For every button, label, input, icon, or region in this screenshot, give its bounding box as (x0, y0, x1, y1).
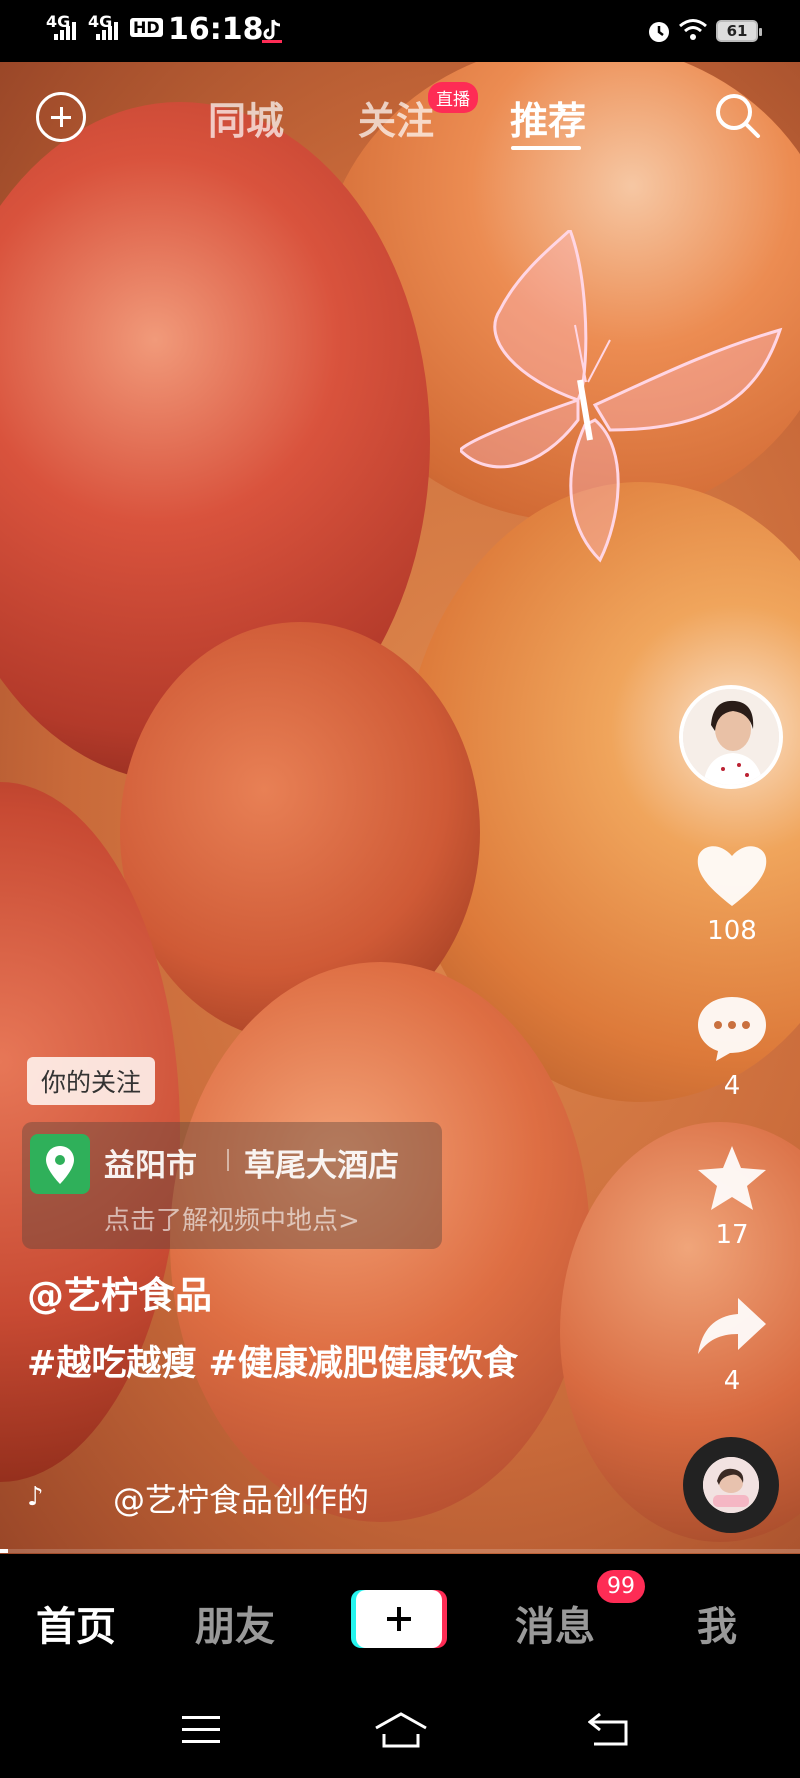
progress-fill (0, 1549, 8, 1553)
nav-home[interactable]: 首页 (36, 1594, 116, 1652)
follow-tag: 你的关注 (27, 1057, 156, 1105)
clock: 16:18 (168, 12, 264, 47)
active-tab-indicator (511, 146, 581, 150)
favorite-button[interactable]: 17 (690, 1144, 774, 1250)
music-note-icon: ♪ (27, 1482, 44, 1512)
nav-friends[interactable]: 朋友 (195, 1594, 275, 1652)
location-separator (227, 1149, 229, 1171)
music-disc[interactable] (683, 1437, 779, 1533)
tab-nearby[interactable]: 同城 (208, 90, 284, 145)
location-city: 益阳市 (104, 1148, 197, 1184)
video-progress-bar[interactable] (0, 1549, 800, 1553)
add-icon[interactable] (36, 92, 86, 142)
tab-following[interactable]: 关注 (358, 90, 434, 145)
hd-icon: HD (130, 18, 163, 37)
video-description[interactable]: #越吃越瘦 #健康减肥健康饮食 (27, 1336, 567, 1392)
share-button[interactable]: 4 (690, 1296, 774, 1396)
status-bar: 4G 4G HD 16:18 61 (0, 0, 800, 62)
top-nav: 同城 关注 直播 推荐 (0, 62, 800, 162)
location-name: 草尾大酒店 (244, 1148, 399, 1184)
music-row[interactable]: ♪ @艺柠食品创作的 (27, 1475, 369, 1519)
author-name[interactable]: @艺柠食品 (27, 1265, 212, 1319)
location-card[interactable]: 益阳市 草尾大酒店 点击了解视频中地点> (22, 1122, 442, 1249)
comment-count: 4 (723, 1071, 741, 1101)
signal-icon-1 (50, 20, 78, 40)
tiktok-notification-icon (262, 19, 282, 43)
location-pin-icon (30, 1134, 90, 1194)
system-nav-bar (0, 1690, 800, 1778)
favorite-count: 17 (715, 1220, 749, 1250)
star-icon (698, 1146, 766, 1210)
wifi-icon (679, 19, 707, 40)
music-cover-icon (703, 1457, 759, 1513)
like-button[interactable]: 108 (690, 842, 774, 946)
comment-icon (698, 997, 766, 1061)
battery-icon: 61 (716, 20, 762, 42)
messages-badge: 99 (597, 1570, 645, 1603)
video-player[interactable] (0, 62, 800, 1554)
search-icon[interactable] (712, 90, 764, 142)
comment-button[interactable]: 4 (690, 995, 774, 1101)
heart-icon (697, 846, 767, 906)
music-title: @艺柠食品创作的 (113, 1481, 370, 1519)
creator-avatar[interactable] (679, 685, 783, 789)
menu-icon[interactable] (182, 1714, 220, 1746)
share-icon (698, 1298, 766, 1354)
like-count: 108 (707, 916, 757, 946)
nav-messages[interactable]: 消息 (515, 1594, 595, 1652)
live-badge: 直播 (428, 82, 478, 113)
person-avatar-icon (683, 689, 779, 785)
nav-me[interactable]: 我 (697, 1594, 737, 1652)
butterfly-sticker (460, 230, 783, 563)
home-icon[interactable] (374, 1712, 428, 1748)
back-icon[interactable] (588, 1712, 630, 1748)
location-hint: 点击了解视频中地点> (104, 1206, 360, 1236)
signal-icon-2 (92, 20, 120, 40)
alarm-icon (649, 22, 669, 42)
tab-recommended[interactable]: 推荐 (510, 90, 586, 145)
share-count: 4 (723, 1366, 741, 1396)
bottom-nav: 首页 朋友 消息 99 我 (0, 1554, 800, 1690)
create-button[interactable] (356, 1590, 442, 1648)
